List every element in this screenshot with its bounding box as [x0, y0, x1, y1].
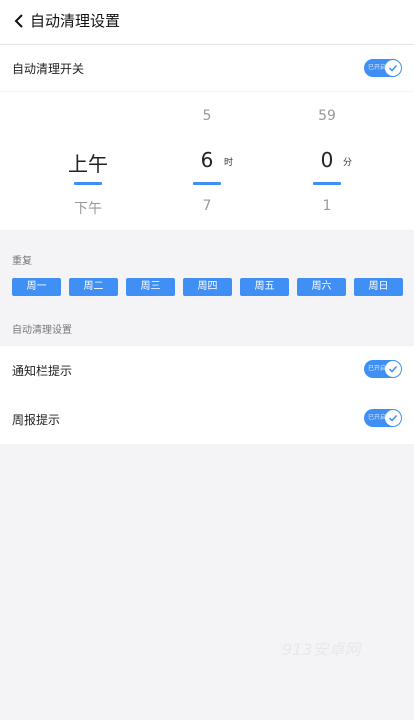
- watermark-text: 913安卓网: [282, 640, 361, 659]
- toggle-text: 已开启: [368, 64, 387, 71]
- toggle-text: 已开启: [368, 414, 387, 421]
- check-icon: [385, 60, 401, 76]
- weekly-report-toggle[interactable]: 已开启: [364, 409, 402, 427]
- time-picker[interactable]: 上午 下午 5 6 时 7 59 0 分 1: [0, 92, 414, 230]
- day-friday[interactable]: 周五: [240, 278, 289, 296]
- hour-above: 5: [202, 108, 212, 124]
- hour-column[interactable]: 5 6 时 7: [167, 92, 247, 230]
- hour-selected: 6: [200, 148, 214, 172]
- period-underline: [74, 182, 102, 185]
- back-arrow-icon[interactable]: [10, 11, 30, 31]
- minute-below: 1: [322, 198, 332, 214]
- notification-toggle[interactable]: 已开启: [364, 360, 402, 378]
- minute-underline: [313, 182, 341, 185]
- day-sunday[interactable]: 周日: [354, 278, 403, 296]
- day-thursday[interactable]: 周四: [183, 278, 232, 296]
- period-below: 下午: [74, 201, 102, 217]
- minute-unit: 分: [343, 158, 353, 168]
- auto-clean-label: 自动清理开关: [12, 62, 85, 76]
- hour-underline: [193, 182, 221, 185]
- auto-clean-toggle[interactable]: 已开启: [364, 59, 402, 77]
- settings-section-label: 自动清理设置: [12, 325, 72, 336]
- day-saturday[interactable]: 周六: [297, 278, 346, 296]
- hour-unit: 时: [224, 158, 234, 168]
- weekly-report-label: 周报提示: [12, 413, 61, 427]
- day-tuesday[interactable]: 周二: [69, 278, 118, 296]
- period-selected: 上午: [68, 152, 108, 176]
- day-monday[interactable]: 周一: [12, 278, 61, 296]
- hour-below: 7: [202, 198, 212, 214]
- repeat-label: 重复: [12, 256, 32, 267]
- weekly-report-row: 周报提示 已开启: [0, 392, 414, 444]
- minute-column[interactable]: 59 0 分 1: [287, 92, 367, 230]
- toggle-text: 已开启: [368, 365, 387, 372]
- period-column[interactable]: 上午 下午: [48, 92, 128, 230]
- minute-above: 59: [318, 108, 336, 124]
- day-wednesday[interactable]: 周三: [126, 278, 175, 296]
- minute-selected: 0: [320, 148, 334, 172]
- auto-clean-row: 自动清理开关 已开启: [0, 45, 414, 91]
- app-header: 自动清理设置: [0, 0, 414, 45]
- repeat-days: 周一 周二 周三 周四 周五 周六 周日: [0, 270, 414, 304]
- notification-label: 通知栏提示: [12, 364, 73, 378]
- check-icon: [385, 410, 401, 426]
- check-icon: [385, 361, 401, 377]
- notification-row: 通知栏提示 已开启: [0, 346, 414, 392]
- page-title: 自动清理设置: [30, 12, 121, 30]
